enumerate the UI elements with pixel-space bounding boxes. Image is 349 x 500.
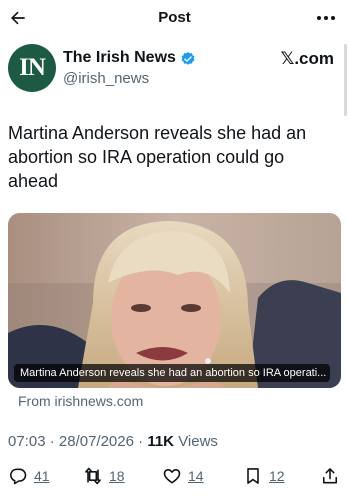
card-source[interactable]: From irishnews.com: [18, 393, 143, 409]
views-label: Views: [178, 433, 218, 450]
card-photo: [8, 213, 341, 388]
author-name[interactable]: The Irish News: [63, 49, 176, 67]
repost-button[interactable]: 18: [83, 465, 125, 487]
author-handle[interactable]: @irish_news: [63, 70, 149, 87]
meta-separator: ·: [49, 433, 59, 450]
top-bar: Post: [0, 0, 349, 38]
more-dots-icon[interactable]: [315, 10, 337, 26]
action-bar: 41 18 14 12: [0, 465, 349, 489]
tweet-text: Martina Anderson reveals she had an abor…: [8, 123, 307, 191]
link-card[interactable]: Martina Anderson reveals she had an abor…: [8, 213, 341, 388]
heart-icon: [163, 469, 181, 484]
repost-count: 18: [109, 468, 125, 484]
like-button[interactable]: 14: [162, 465, 204, 487]
post-meta: 07:03 · 28/07/2026 · 11K Views: [8, 433, 218, 450]
share-button[interactable]: [320, 465, 340, 487]
post-date: 28/07/2026: [58, 433, 134, 450]
bookmark-icon: [247, 468, 259, 484]
reply-count: 41: [34, 468, 50, 484]
page-title: Post: [158, 9, 191, 26]
avatar-logo-text: IN: [19, 54, 46, 81]
like-count: 14: [188, 468, 204, 484]
share-icon: [322, 468, 338, 484]
avatar[interactable]: IN: [8, 44, 56, 92]
bookmark-button[interactable]: 12: [243, 465, 285, 487]
views-count[interactable]: 11K: [147, 433, 174, 450]
bookmark-count: 12: [269, 468, 285, 484]
platform-label: 𝕏.com: [280, 49, 334, 68]
post-time: 07:03: [8, 433, 46, 450]
repost-icon: [85, 467, 101, 485]
reply-icon: [10, 468, 27, 485]
meta-separator: ·: [138, 433, 148, 450]
verified-badge-icon: [181, 52, 195, 65]
scrollbar[interactable]: [344, 44, 347, 116]
reply-button[interactable]: 41: [8, 465, 50, 487]
card-caption: Martina Anderson reveals she had an abor…: [14, 364, 330, 382]
